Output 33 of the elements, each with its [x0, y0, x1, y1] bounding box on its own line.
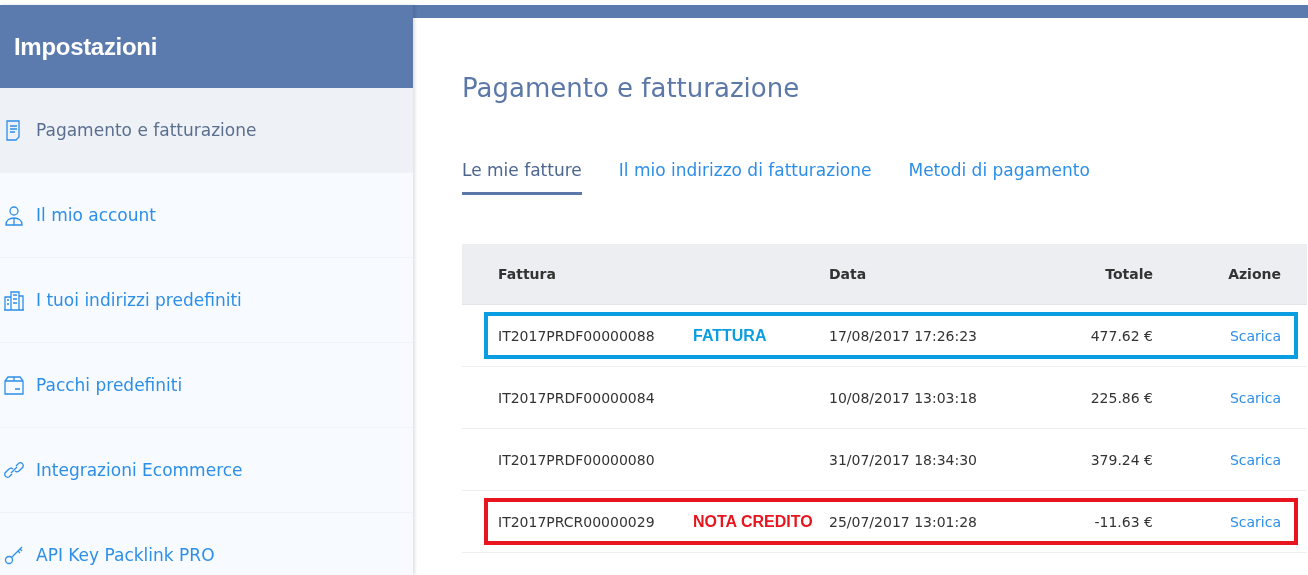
person-icon: [3, 204, 25, 226]
download-link[interactable]: Scarica: [1229, 327, 1281, 344]
column-header: Totale: [1104, 266, 1153, 282]
table-cell-text: 225.86 €: [1089, 389, 1153, 406]
link-icon: [3, 459, 25, 481]
column-header: Azione: [1227, 266, 1281, 282]
table-cell-text: IT2017PRDF00000084: [498, 389, 656, 406]
column-header: Fattura: [497, 266, 557, 282]
building-icon: [3, 289, 25, 311]
key-icon: [3, 544, 25, 566]
table-cell-text: IT2017PRCR00000029: [498, 513, 656, 530]
type-label: FATTURA: [693, 326, 767, 344]
table-cell-text: 10/08/2017 13:03:18: [829, 389, 979, 406]
download-link[interactable]: Scarica: [1229, 451, 1281, 468]
table-cell-text: IT2017PRDF00000080: [498, 451, 656, 468]
page-title: Pagamento e fatturazione: [462, 73, 801, 105]
sidebar-title: Impostazioni: [14, 32, 158, 61]
download-link[interactable]: Scarica: [1229, 389, 1281, 406]
column-header: Data: [829, 266, 868, 282]
sidebar-item[interactable]: Pagamento e fatturazione: [0, 88, 413, 173]
table-cell-text: IT2017PRDF00000088: [498, 327, 656, 344]
table-cell-text: 477.62 €: [1089, 327, 1153, 344]
tab[interactable]: Le mie fatture: [462, 160, 582, 195]
download-link[interactable]: Scarica: [1229, 513, 1281, 530]
box-icon: [3, 374, 25, 396]
table-cell-text: 17/08/2017 17:26:23: [829, 327, 979, 344]
table-cell-text: -11.63 €: [1093, 513, 1153, 530]
table-cell-text: 25/07/2017 13:01:28: [829, 513, 979, 530]
type-label: NOTA CREDITO: [693, 512, 813, 530]
tab[interactable]: Il mio indirizzo di fatturazione: [618, 160, 872, 195]
table-cell-text: 379.24 €: [1089, 451, 1153, 468]
table-cell-text: 31/07/2017 18:34:30: [829, 451, 979, 468]
tab[interactable]: Metodi di pagamento: [908, 160, 1090, 195]
